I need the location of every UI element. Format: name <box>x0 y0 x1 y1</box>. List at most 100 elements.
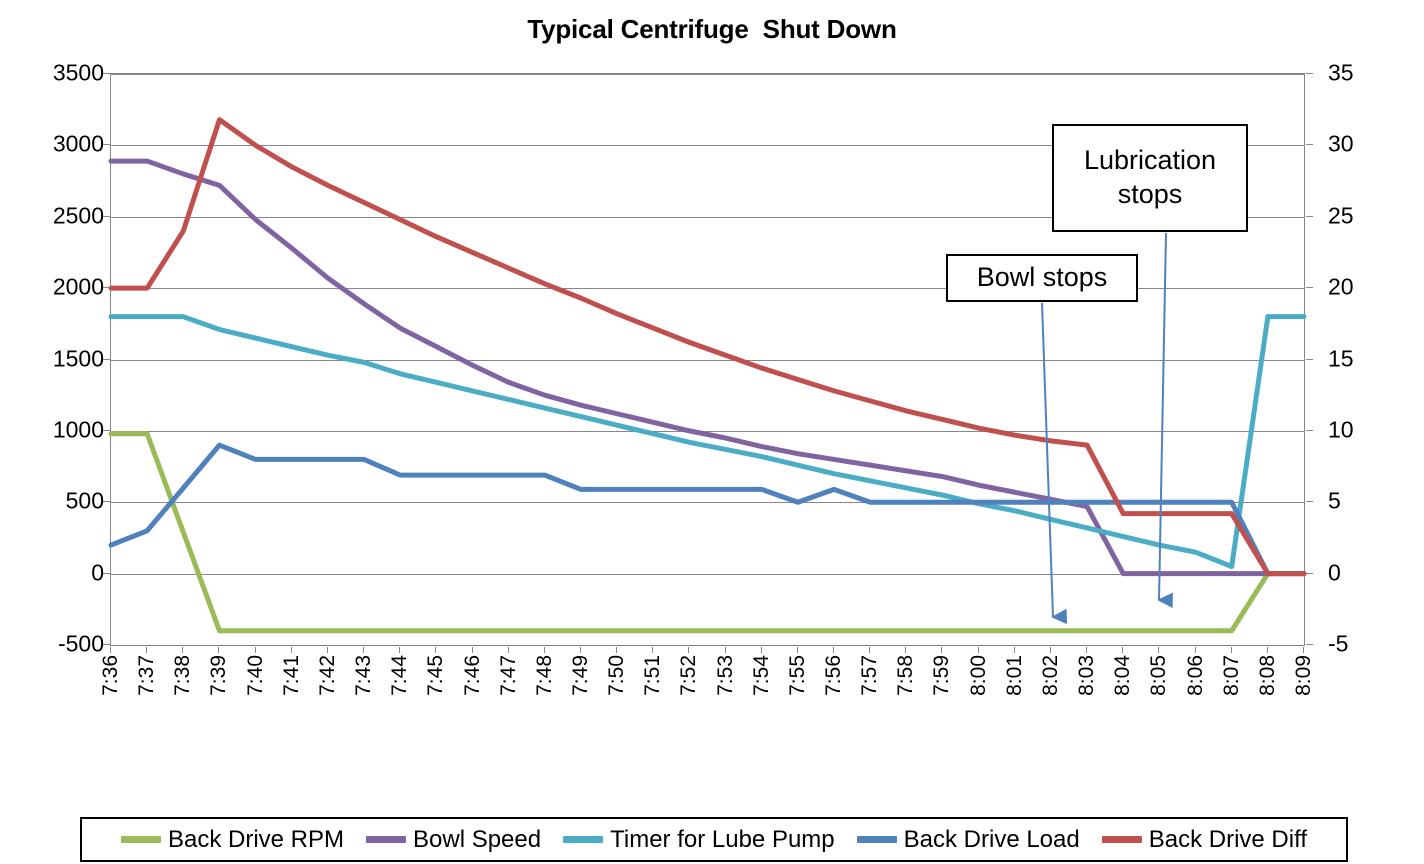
x-axis-tick-label: 8:08 <box>1255 655 1279 696</box>
y-axis-tick <box>103 644 110 645</box>
x-axis-tick <box>941 647 943 653</box>
x-axis-tick-label: 7:57 <box>858 655 882 696</box>
x-axis-tick-label: 7:51 <box>641 655 665 696</box>
x-axis-tick-label: 7:54 <box>749 655 773 696</box>
x-axis-tick-label: 8:01 <box>1002 655 1026 696</box>
secondary-y-axis-tick-label: 35 <box>1328 59 1354 86</box>
x-axis-tick-label: 8:03 <box>1075 655 1099 696</box>
legend-color-swatch <box>1101 836 1142 843</box>
x-axis-tick <box>110 647 111 653</box>
x-axis-tick <box>1013 647 1015 653</box>
annotation-lubrication-line2: stops <box>1117 179 1183 209</box>
x-axis-tick <box>543 647 545 653</box>
x-axis-tick-label: 7:49 <box>568 655 592 696</box>
x-axis-tick-label: 7:52 <box>677 655 701 696</box>
secondary-y-axis-tick <box>1306 501 1313 503</box>
x-axis-tick <box>435 647 437 653</box>
x-axis-tick <box>1303 647 1304 653</box>
secondary-y-axis-tick-label: 30 <box>1328 130 1354 157</box>
secondary-y-axis-tick-label: 25 <box>1328 202 1354 229</box>
x-axis-tick <box>724 647 726 653</box>
x-axis-tick <box>869 647 871 653</box>
x-axis-tick-label: 7:59 <box>930 655 954 696</box>
x-axis-tick-label: 7:50 <box>605 655 629 696</box>
x-axis-tick-label: 7:46 <box>460 655 484 696</box>
secondary-y-axis-tick-label: 5 <box>1328 487 1341 514</box>
legend-color-swatch <box>366 836 407 843</box>
x-axis-tick <box>1266 647 1268 653</box>
x-axis-tick-label: 8:06 <box>1183 655 1207 696</box>
x-axis-tick-label: 7:44 <box>388 655 412 696</box>
x-axis-tick <box>977 647 979 653</box>
legend-item[interactable]: Bowl Speed <box>366 826 541 854</box>
y-axis-tick <box>103 429 110 431</box>
secondary-y-axis-tick <box>1306 358 1313 360</box>
x-axis-tick-label: 8:02 <box>1038 655 1062 696</box>
secondary-y-axis-tick <box>1306 144 1313 146</box>
secondary-y-axis-tick-label: 10 <box>1328 416 1354 443</box>
x-axis-tick-label: 8:05 <box>1147 655 1171 696</box>
x-axis-tick <box>796 647 798 653</box>
secondary-y-axis-tick <box>1306 572 1313 574</box>
x-axis-tick-label: 7:58 <box>894 655 918 696</box>
x-axis-tick <box>363 647 365 653</box>
x-axis-tick <box>833 647 835 653</box>
annotation-bowl-label: Bowl stops <box>976 262 1108 293</box>
y-axis-tick-label: -500 <box>57 630 104 657</box>
x-axis-tick <box>326 647 328 653</box>
chart-title: Typical Centrifuge Shut Down <box>527 14 897 44</box>
x-axis-tick-label: 7:42 <box>315 655 339 696</box>
x-axis-tick-label: 8:04 <box>1111 655 1135 696</box>
series-line <box>111 434 1304 631</box>
legend-item[interactable]: Timer for Lube Pump <box>563 826 835 854</box>
x-axis-tick <box>688 647 690 653</box>
legend-item[interactable]: Back Drive Load <box>856 825 1080 854</box>
y-axis-tick-label: 2500 <box>52 202 104 229</box>
y-axis-tick <box>103 215 110 217</box>
x-axis-tick <box>652 647 654 653</box>
x-axis-tick <box>218 647 220 653</box>
secondary-y-axis-tick <box>1306 429 1313 431</box>
y-axis-tick-label: 2000 <box>52 273 104 300</box>
x-axis-tick-label: 7:56 <box>822 655 846 696</box>
x-axis-tick-label: 8:07 <box>1219 655 1243 696</box>
annotation-bowl-stops: Bowl stops <box>946 254 1138 302</box>
y-axis-tick <box>103 144 110 146</box>
x-axis-tick-label: 7:38 <box>171 655 195 696</box>
x-axis-tick <box>579 647 581 653</box>
y-axis-tick-label: 1500 <box>52 345 104 371</box>
x-axis-tick-label: 7:37 <box>135 655 159 696</box>
x-axis-tick <box>1086 647 1088 653</box>
x-axis-tick <box>507 647 509 653</box>
x-axis-tick <box>471 647 473 653</box>
legend-label: Timer for Lube Pump <box>610 825 835 853</box>
x-axis-tick <box>1158 647 1160 653</box>
x-axis-tick <box>616 647 618 653</box>
legend-color-swatch <box>563 836 604 843</box>
legend-item[interactable]: Back Drive Diff <box>1101 826 1307 854</box>
secondary-y-axis-tick <box>1306 287 1313 289</box>
x-axis-tick <box>146 647 148 653</box>
x-axis-tick-label: 7:43 <box>352 655 376 696</box>
y-axis-tick-label: 0 <box>91 559 104 586</box>
x-axis-tick-label: 7:55 <box>785 655 809 696</box>
y-axis-tick <box>103 501 110 503</box>
y-axis-tick-label: 500 <box>65 487 104 514</box>
x-axis-tick-label: 7:45 <box>424 655 448 696</box>
legend-item[interactable]: Back Drive RPM <box>120 826 344 854</box>
legend-color-swatch <box>856 836 897 843</box>
y-axis-tick-label: 3000 <box>52 130 104 157</box>
legend-label: Back Drive Load <box>903 825 1080 853</box>
x-axis-tick-label: 8:09 <box>1292 655 1315 696</box>
y-axis-tick-label: 1000 <box>52 416 104 443</box>
x-axis-tick <box>290 647 292 653</box>
x-axis-tick <box>760 647 762 653</box>
x-axis-tick-label: 7:47 <box>496 655 520 696</box>
legend-label: Bowl Speed <box>413 825 542 853</box>
secondary-y-axis-tick <box>1306 644 1313 645</box>
secondary-y-axis-tick-label: 0 <box>1328 559 1341 586</box>
x-axis-tick <box>182 647 184 653</box>
x-axis-tick <box>1230 647 1232 653</box>
x-axis-tick <box>1049 647 1051 653</box>
secondary-y-axis-tick-label: 20 <box>1328 273 1354 300</box>
